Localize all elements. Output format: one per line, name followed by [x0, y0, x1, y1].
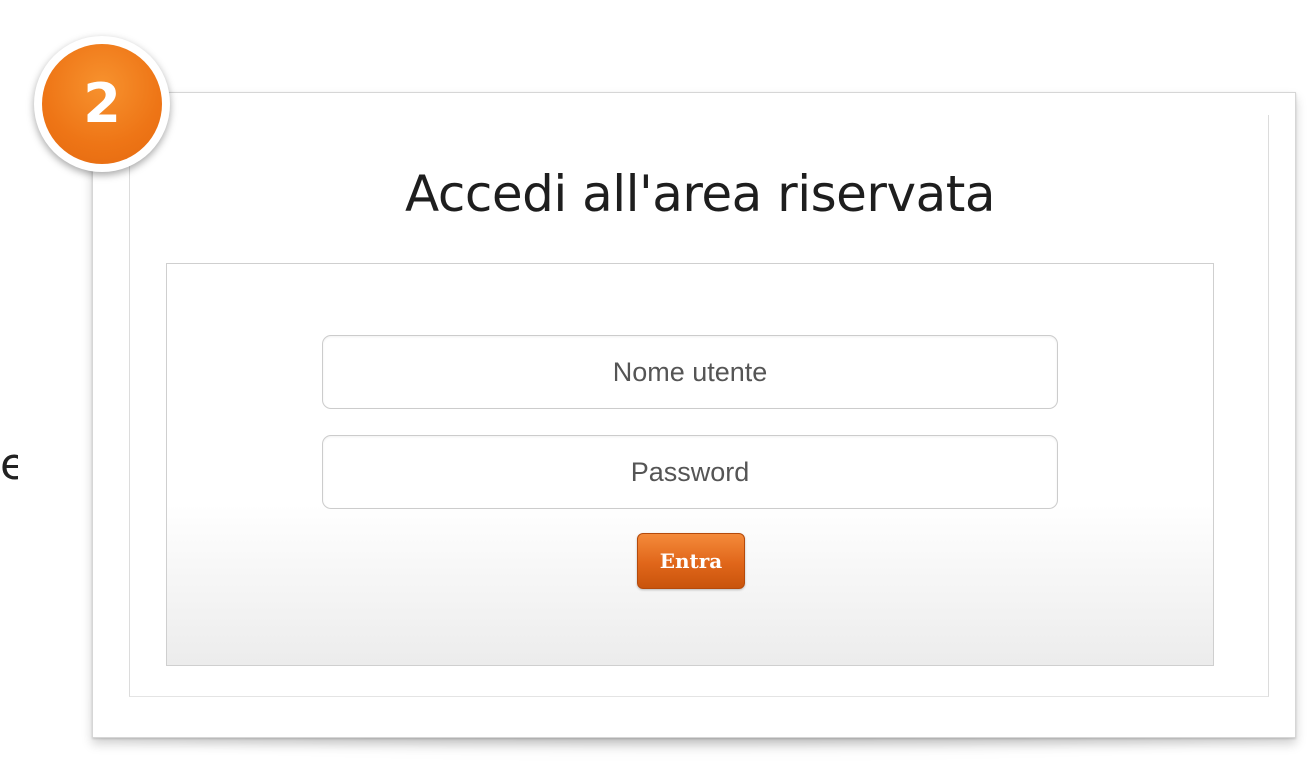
username-input[interactable] [322, 335, 1058, 409]
login-card: Accedi all'area riservata Entra [92, 92, 1296, 738]
step-number: 2 [42, 44, 162, 164]
login-form: Entra [166, 263, 1214, 666]
partial-text: e [0, 443, 18, 487]
inner-frame: Accedi all'area riservata Entra [129, 115, 1269, 697]
step-badge: 2 [34, 36, 170, 172]
password-input[interactable] [322, 435, 1058, 509]
page-title: Accedi all'area riservata [405, 165, 995, 223]
enter-button[interactable]: Entra [637, 533, 745, 589]
